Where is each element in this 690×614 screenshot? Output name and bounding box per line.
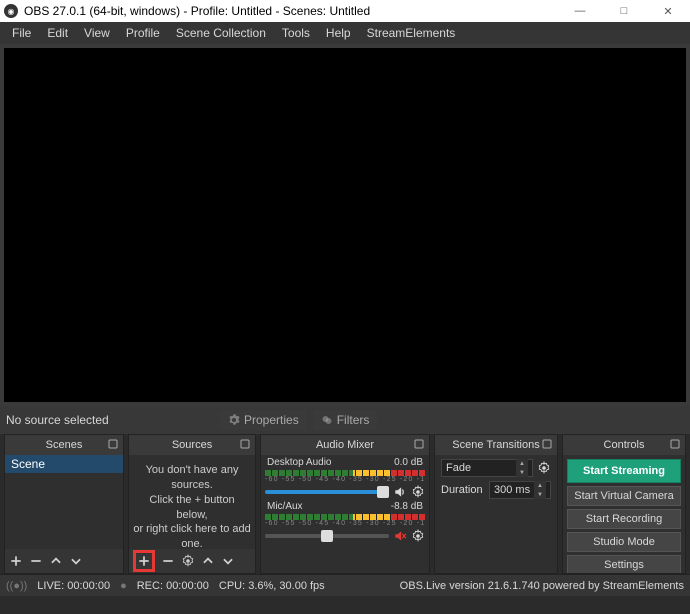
rec-status: REC: 00:00:00 (137, 580, 209, 592)
undock-icon[interactable] (107, 438, 119, 450)
mixer-channel-mic: Mic/Aux -8.8 dB -60 -55 -50 -45 -40 -35 … (265, 501, 425, 543)
channel-settings-icon[interactable] (411, 529, 425, 543)
source-toolbar: No source selected Properties Filters (0, 406, 690, 434)
speaker-icon[interactable] (393, 485, 407, 499)
duration-value: 300 ms (494, 484, 530, 496)
gear-icon (228, 414, 240, 426)
speaker-muted-icon[interactable] (393, 529, 407, 543)
source-add-button[interactable] (133, 550, 155, 572)
channel-level: 0.0 dB (394, 457, 423, 468)
controls-title: Controls (604, 439, 645, 451)
source-remove-button[interactable] (161, 554, 175, 568)
window-title: OBS 27.0.1 (64-bit, windows) - Profile: … (24, 4, 558, 18)
sources-panel: Sources You don't have any sources. Clic… (128, 434, 256, 574)
volume-slider[interactable] (265, 534, 389, 538)
sources-hint: You don't have any sources. Click the + … (129, 455, 255, 549)
audio-mixer-panel: Audio Mixer Desktop Audio 0.0 dB -60 -55… (260, 434, 430, 574)
version-label: OBS.Live version 21.6.1.740 powered by S… (400, 580, 684, 592)
menu-file[interactable]: File (4, 23, 39, 43)
sources-title: Sources (172, 439, 212, 451)
mixer-channel-desktop: Desktop Audio 0.0 dB -60 -55 -50 -45 -40… (265, 457, 425, 499)
undock-icon[interactable] (541, 438, 553, 450)
properties-button[interactable]: Properties (220, 410, 307, 430)
scene-up-button[interactable] (49, 554, 63, 568)
volume-slider[interactable] (265, 490, 389, 494)
transition-select[interactable]: Fade ▲▼ (441, 459, 533, 477)
duration-label: Duration (441, 484, 485, 496)
channel-level: -8.8 dB (391, 501, 423, 512)
sources-header[interactable]: Sources (129, 435, 255, 455)
filters-label: Filters (337, 413, 370, 427)
undock-icon[interactable] (669, 438, 681, 450)
start-recording-button[interactable]: Start Recording (567, 509, 681, 529)
settings-button[interactable]: Settings (567, 555, 681, 573)
properties-label: Properties (244, 413, 299, 427)
filters-icon (321, 414, 333, 426)
studio-mode-button[interactable]: Studio Mode (567, 532, 681, 552)
status-bar: ((●)) LIVE: 00:00:00 ● REC: 00:00:00 CPU… (0, 574, 690, 596)
controls-panel: Controls Start Streaming Start Virtual C… (562, 434, 686, 574)
scenes-header[interactable]: Scenes (5, 435, 123, 455)
meter-ticks: -60 -55 -50 -45 -40 -35 -30 -25 -20 -15 … (265, 520, 425, 527)
menu-profile[interactable]: Profile (118, 23, 168, 43)
menu-view[interactable]: View (76, 23, 118, 43)
start-virtual-camera-button[interactable]: Start Virtual Camera (567, 486, 681, 506)
duration-input[interactable]: 300 ms ▲▼ (489, 481, 551, 499)
source-down-button[interactable] (221, 554, 235, 568)
mixer-header[interactable]: Audio Mixer (261, 435, 429, 455)
sources-hint-line: Click the + button below, (133, 493, 251, 523)
scenes-title: Scenes (46, 439, 83, 451)
undock-icon[interactable] (413, 438, 425, 450)
menu-edit[interactable]: Edit (39, 23, 76, 43)
record-icon: ● (120, 580, 127, 592)
live-status: LIVE: 00:00:00 (37, 580, 110, 592)
sources-list[interactable]: You don't have any sources. Click the + … (129, 455, 255, 549)
transitions-panel: Scene Transitions Fade ▲▼ Duration 300 m… (434, 434, 558, 574)
controls-header[interactable]: Controls (563, 435, 685, 455)
undock-icon[interactable] (239, 438, 251, 450)
scene-remove-button[interactable] (29, 554, 43, 568)
source-up-button[interactable] (201, 554, 215, 568)
menu-bar: File Edit View Profile Scene Collection … (0, 22, 690, 44)
minimize-button[interactable]: — (558, 0, 602, 22)
cpu-status: CPU: 3.6%, 30.00 fps (219, 580, 325, 592)
preview-canvas[interactable] (4, 48, 686, 402)
transitions-title: Scene Transitions (452, 439, 539, 451)
scene-add-button[interactable] (9, 554, 23, 568)
no-source-label: No source selected (6, 413, 214, 427)
transition-settings-icon[interactable] (537, 461, 551, 475)
start-streaming-button[interactable]: Start Streaming (567, 459, 681, 483)
source-settings-button[interactable] (181, 554, 195, 568)
channel-settings-icon[interactable] (411, 485, 425, 499)
meter-ticks: -60 -55 -50 -45 -40 -35 -30 -25 -20 -15 … (265, 476, 425, 483)
mixer-title: Audio Mixer (316, 439, 374, 451)
broadcast-icon: ((●)) (6, 580, 27, 592)
window-titlebar: ◉ OBS 27.0.1 (64-bit, windows) - Profile… (0, 0, 690, 22)
preview-area (0, 44, 690, 406)
audio-meter (265, 514, 425, 520)
menu-tools[interactable]: Tools (274, 23, 318, 43)
transitions-header[interactable]: Scene Transitions (435, 435, 557, 455)
transition-value: Fade (446, 462, 471, 474)
close-button[interactable]: ✕ (646, 0, 690, 22)
sources-hint-line: You don't have any sources. (133, 463, 251, 493)
maximize-button[interactable]: □ (602, 0, 646, 22)
filters-button[interactable]: Filters (313, 410, 378, 430)
channel-name: Mic/Aux (267, 501, 303, 512)
obs-logo-icon: ◉ (4, 4, 18, 18)
sources-hint-line: or right click here to add one. (133, 522, 251, 549)
menu-streamelements[interactable]: StreamElements (359, 23, 464, 43)
audio-meter (265, 470, 425, 476)
menu-help[interactable]: Help (318, 23, 359, 43)
channel-name: Desktop Audio (267, 457, 332, 468)
scene-down-button[interactable] (69, 554, 83, 568)
scene-list-item[interactable]: Scene (5, 455, 123, 473)
menu-scene-collection[interactable]: Scene Collection (168, 23, 274, 43)
scenes-panel: Scenes Scene (4, 434, 124, 574)
